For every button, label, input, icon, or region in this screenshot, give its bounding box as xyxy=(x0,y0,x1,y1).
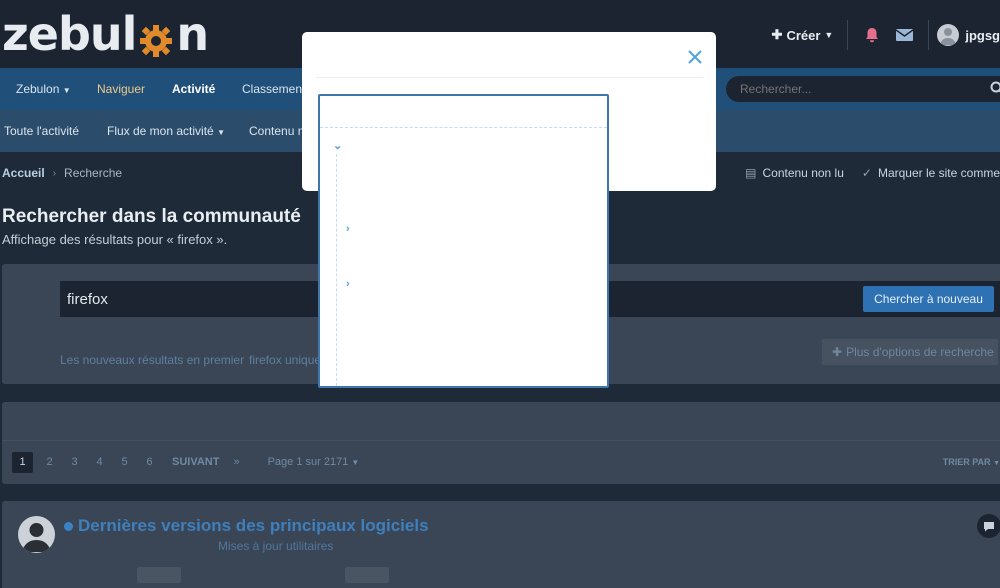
caret-down-icon: ▼ xyxy=(62,86,71,95)
result-title[interactable]: Dernières versions des principaux logici… xyxy=(78,516,429,536)
unread-content-label: Contenu non lu xyxy=(762,166,844,180)
mark-read-label: Marquer le site comme xyxy=(877,166,1000,180)
comment-icon xyxy=(984,521,994,531)
chevron-right-icon: › xyxy=(52,167,57,179)
nav-zebulon[interactable]: Zebulon ▼ xyxy=(16,68,71,110)
page-link[interactable]: 5 xyxy=(112,456,137,468)
more-search-options-button[interactable]: ✚ Plus d'options de recherche xyxy=(822,339,998,365)
chevron-right-icon[interactable]: › xyxy=(346,223,350,235)
messages-button[interactable] xyxy=(888,28,920,42)
page-subtitle: Affichage des résultats pour « firefox »… xyxy=(2,232,228,247)
username-label[interactable]: jpgsg xyxy=(965,28,1000,43)
tree-search-divider xyxy=(320,127,607,128)
caret-down-icon: ▼ xyxy=(217,128,225,137)
caret-down-icon: ▼ xyxy=(351,458,360,467)
create-label: Créer xyxy=(786,27,821,43)
last-page-link[interactable]: » xyxy=(233,456,239,468)
page-link-current[interactable]: 1 xyxy=(12,451,33,473)
result-tag[interactable] xyxy=(137,567,181,583)
pagination: 1 2 3 4 5 6 SUIVANT » Page 1 sur 2171 ▼ xyxy=(12,451,359,473)
next-page-link[interactable]: SUIVANT xyxy=(172,456,219,468)
option-newest-first[interactable]: Les nouveaux résultats en premier xyxy=(60,353,244,367)
breadcrumb: Accueil › Recherche xyxy=(2,166,122,180)
unread-indicator xyxy=(64,522,73,531)
page-link[interactable]: 2 xyxy=(37,456,62,468)
caret-down-icon: ▼ xyxy=(993,460,1000,467)
subnav-my-feed-label: Flux de mon activité xyxy=(107,124,214,138)
create-button[interactable]: ✚ Créer ▼ xyxy=(772,20,849,50)
result-subtitle[interactable]: Mises à jour utilitaires xyxy=(218,539,333,553)
user-avatar[interactable] xyxy=(937,24,960,46)
node-tree-dropdown[interactable]: ⌄ › › xyxy=(318,94,609,388)
breadcrumb-actions: ▤ Contenu non lu ✓ Marquer le site comme xyxy=(745,166,1000,180)
page-info-label: Page 1 sur 2171 xyxy=(267,456,349,468)
nav-activite[interactable]: Activité xyxy=(172,68,215,110)
result-tag[interactable] xyxy=(345,567,389,583)
subnav-my-feed[interactable]: Flux de mon activité ▼ xyxy=(107,110,225,152)
comments-button[interactable] xyxy=(977,514,1000,538)
logo-text-end: n xyxy=(176,7,209,61)
page-jump-dropdown[interactable]: Page 1 sur 2171 ▼ xyxy=(268,456,360,468)
nav-zebulon-label: Zebulon xyxy=(16,82,60,96)
page-title: Rechercher dans la communauté xyxy=(2,206,301,227)
sort-by-label: TRIER PAR xyxy=(942,457,991,467)
author-avatar[interactable] xyxy=(18,516,55,553)
nav-naviguer-label: Naviguer xyxy=(97,82,146,96)
notifications-button[interactable] xyxy=(856,27,888,43)
close-icon xyxy=(688,50,702,64)
plus-icon: ✚ xyxy=(771,27,783,42)
nav-naviguer[interactable]: Naviguer xyxy=(97,68,145,110)
gear-icon xyxy=(137,15,175,57)
user-silhouette-icon xyxy=(22,523,51,552)
logo-text-start: zebul xyxy=(2,7,137,61)
nav-classement[interactable]: Classement xyxy=(242,68,305,110)
global-search[interactable] xyxy=(726,76,1000,102)
close-button[interactable] xyxy=(688,50,702,64)
modal-divider xyxy=(316,77,703,78)
breadcrumb-current: Recherche xyxy=(64,166,123,180)
nav-activite-label: Activité xyxy=(172,82,216,96)
plus-icon: ✚ xyxy=(832,345,843,359)
chevron-right-icon[interactable]: › xyxy=(346,278,350,290)
search-icon[interactable] xyxy=(990,81,1000,95)
subnav-all-activity[interactable]: Toute l'activité xyxy=(4,110,79,152)
search-again-button[interactable]: Chercher à nouveau xyxy=(863,286,994,312)
tree-guide-line xyxy=(336,154,337,386)
user-toolbar: ✚ Créer ▼ jpgsg xyxy=(772,18,1000,52)
unread-content-link[interactable]: ▤ Contenu non lu xyxy=(745,166,844,180)
page-link[interactable]: 3 xyxy=(62,456,87,468)
page-link[interactable]: 6 xyxy=(137,456,162,468)
bell-icon xyxy=(866,28,879,43)
caret-down-icon: ▼ xyxy=(824,30,834,40)
mark-read-link[interactable]: ✓ Marquer le site comme xyxy=(862,166,1000,180)
option-unique-term[interactable]: firefox unique xyxy=(249,353,321,367)
breadcrumb-home[interactable]: Accueil xyxy=(2,166,45,180)
divider xyxy=(2,440,1000,441)
check-icon: ✓ xyxy=(861,166,872,180)
site-logo[interactable]: zebul n xyxy=(2,2,209,66)
unread-icon: ▤ xyxy=(745,166,757,180)
toolbar-divider xyxy=(928,20,930,50)
page-link[interactable]: 4 xyxy=(87,456,112,468)
more-search-options-label: Plus d'options de recherche xyxy=(846,345,994,359)
nav-classement-label: Classement xyxy=(242,82,306,96)
chevron-down-icon[interactable]: ⌄ xyxy=(333,139,342,152)
user-silhouette-icon xyxy=(940,28,957,45)
sort-by-dropdown[interactable]: TRIER PAR ▼ xyxy=(943,457,1000,467)
envelope-icon xyxy=(895,29,913,41)
global-search-input[interactable] xyxy=(726,76,966,102)
subnav-all-activity-label: Toute l'activité xyxy=(4,124,79,138)
